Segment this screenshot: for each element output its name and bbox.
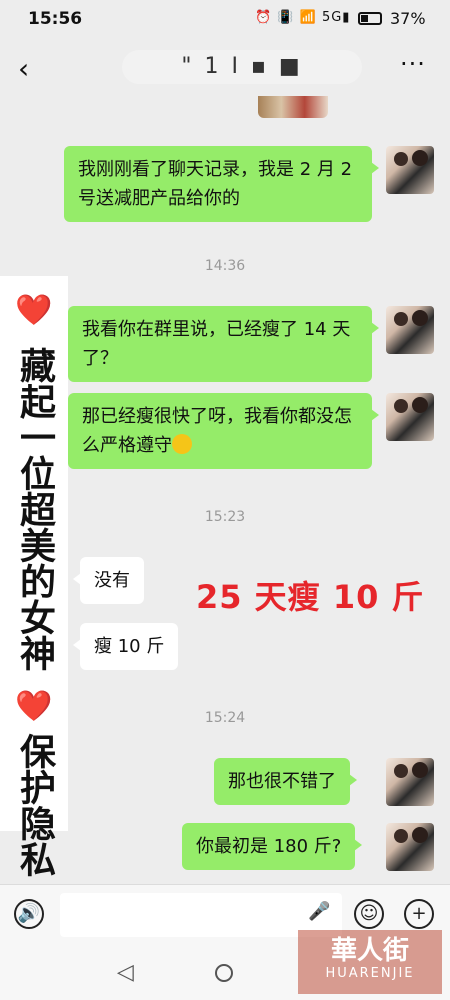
message-bubble-incoming[interactable]: 没有 [73,557,144,604]
watermark-text: 華人街 [330,936,409,966]
message-text: 那已经瘦很快了呀，我看你都没怎么严格遵守 [82,406,352,456]
heart-icon: ❤️ [15,689,53,724]
message-bubble-outgoing[interactable]: 那已经瘦很快了呀，我看你都没怎么严格遵守 [68,393,379,469]
watermark-subtext: HUARENJIE [325,966,415,981]
banner-text: 保护隐私 [14,733,55,877]
emoji-icon[interactable]: ☺ [354,899,384,929]
privacy-banner: ❤️ 藏起一位超美的女神 ❤️ 保护隐私 [0,276,68,877]
message-bubble-outgoing[interactable]: 那也很不错了 [214,758,357,805]
message-bubble-incoming[interactable]: 瘦 10 斤 [72,623,179,670]
chat-title: " 1 I ▪ ■ [122,50,362,84]
home-circle-icon[interactable] [215,964,233,982]
message-bubble-outgoing[interactable]: 我刚刚看了聊天记录，我是 2 月 2 号送减肥产品给你的 [64,146,379,222]
status-bar: 15:56 ⏰ 📳 📶 5G▮ 37% [0,0,450,40]
more-options-icon[interactable]: ··· [400,50,426,78]
microphone-icon[interactable]: 🎤 [308,901,330,922]
avatar[interactable] [386,306,434,354]
status-time: 15:56 [28,9,83,29]
battery-percent: 37% [390,9,426,28]
battery-icon [358,12,382,25]
plus-icon[interactable]: + [404,899,434,929]
back-triangle-icon[interactable]: ◁ [117,960,134,985]
voice-icon[interactable]: 🔊 [14,899,44,929]
avatar[interactable] [386,823,434,871]
laughing-emoji-icon [172,434,192,454]
promo-caption: 25 天瘦 10 斤 [196,578,425,616]
back-icon[interactable]: ‹ [18,52,29,85]
battery-fill [361,15,368,22]
avatar[interactable] [386,393,434,441]
message-bubble-outgoing[interactable]: 你最初是 180 斤? [182,823,363,870]
avatar[interactable] [386,758,434,806]
chat-header: ‹ " 1 I ▪ ■ ··· [0,40,450,96]
status-icons: ⏰ 📳 📶 5G▮ [255,10,351,25]
heart-icon: ❤️ [15,293,53,328]
banner-text: 藏起一位超美的女神 [14,347,55,671]
message-bubble-outgoing[interactable]: 我看你在群里说，已经瘦了 14 天了？ [68,306,379,382]
image-message-thumbnail[interactable] [258,96,328,118]
watermark-logo: 華人街 HUARENJIE [298,930,442,994]
avatar[interactable] [386,146,434,194]
timestamp: 14:36 [204,258,246,274]
